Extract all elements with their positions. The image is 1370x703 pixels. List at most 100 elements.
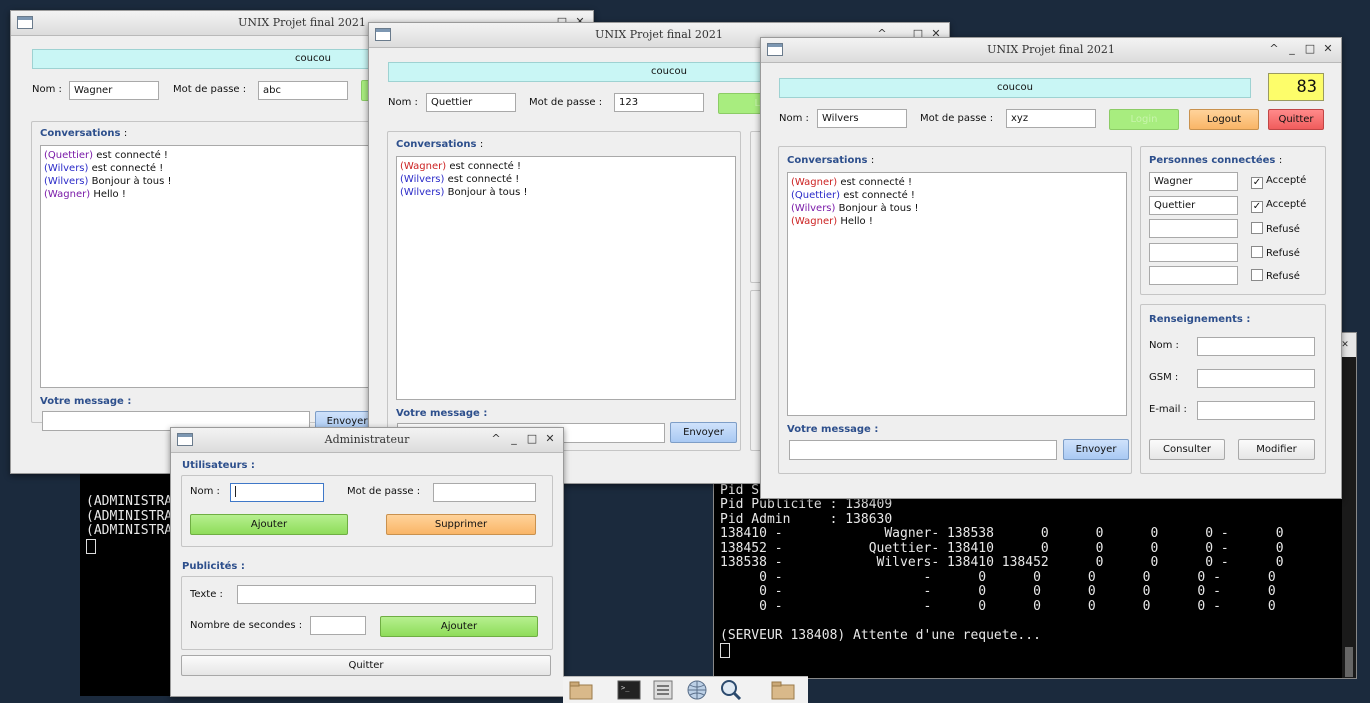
close-icon[interactable]: ✕ [543, 432, 557, 445]
folder-icon[interactable] [569, 680, 593, 700]
nom-field[interactable]: Wilvers [817, 109, 907, 128]
login-button[interactable]: Login [1109, 109, 1179, 130]
person-name-field[interactable] [1149, 242, 1238, 262]
add-ad-button[interactable]: Ajouter [380, 616, 538, 637]
person-accept-checkbox[interactable]: Refusé [1251, 245, 1300, 259]
person-status-label: Refusé [1266, 271, 1300, 282]
modify-button[interactable]: Modifier [1238, 439, 1315, 460]
terminal-line: (ADMINISTRA [86, 523, 173, 538]
message-text: est connecté ! [837, 177, 912, 188]
delete-user-button[interactable]: Supprimer [386, 514, 536, 535]
web-browser-icon[interactable] [685, 680, 709, 700]
search-icon[interactable] [719, 680, 743, 701]
terminal-line: (SERVEUR 138408) Attente d'une requete..… [720, 627, 1041, 643]
conversations-title: Conversations : [40, 128, 128, 139]
conversations-title: Conversations : [396, 139, 484, 150]
send-button[interactable]: Envoyer [1063, 439, 1129, 460]
logout-button[interactable]: Logout [1189, 109, 1259, 130]
person-accept-checkbox[interactable]: ✓ Accepté [1251, 175, 1306, 189]
conversation-area[interactable]: (Wagner) est connecté ! (Wilvers) est con… [396, 156, 736, 400]
person-status-label: Accepté [1266, 175, 1307, 186]
maximize-icon[interactable]: □ [1303, 42, 1317, 55]
info-nom-field[interactable] [1197, 337, 1315, 356]
title-bar[interactable]: UNIX Projet final 2021 ✕ □ _ ^ [761, 38, 1341, 63]
message-text: Bonjour à tous ! [88, 176, 172, 187]
password-label: Mot de passe : [529, 97, 603, 108]
info-email-field[interactable] [1197, 401, 1315, 420]
person-status-label: Accepté [1266, 198, 1307, 210]
users-title: Utilisateurs : [182, 460, 255, 471]
window-title: Administrateur [324, 433, 410, 446]
message-author: (Wilvers) [44, 176, 89, 187]
admin-window: Administrateur ✕ □ _ ^ Utilisateurs : No… [170, 427, 564, 697]
conversation-area[interactable]: (Wagner) est connecté ! (Quettier) est co… [787, 172, 1127, 416]
minimize-icon[interactable]: _ [507, 432, 521, 445]
nom-field[interactable]: Wagner [69, 81, 159, 100]
message-author: (Wilvers) [400, 174, 445, 185]
message-text: est connecté ! [88, 163, 164, 174]
user-nom-field[interactable] [230, 483, 324, 502]
password-field[interactable]: abc [258, 81, 348, 100]
message-author: (Quettier) [44, 150, 94, 161]
checkbox-empty-icon [1251, 245, 1263, 258]
terminal-line: (ADMINISTRA [86, 508, 173, 524]
title-bar[interactable]: Administrateur ✕ □ _ ^ [171, 428, 563, 453]
folder-icon[interactable] [771, 680, 795, 700]
message-title: Votre message : [396, 408, 488, 419]
person-status-label: Refusé [1266, 247, 1300, 259]
consult-button[interactable]: Consulter [1149, 439, 1225, 460]
info-gsm-field[interactable] [1197, 369, 1315, 388]
connected-persons-title: Personnes connectées : [1149, 155, 1283, 166]
shade-icon[interactable]: ^ [489, 432, 503, 445]
conversation-message: (Wilvers) est connecté ! [400, 173, 732, 186]
minimize-icon[interactable]: _ [1285, 42, 1299, 55]
message-text: est connecté ! [446, 161, 521, 172]
window-title: UNIX Projet final 2021 [987, 43, 1115, 56]
person-name-field[interactable]: Quettier [1149, 195, 1238, 215]
nom-label: Nom : [32, 84, 62, 95]
terminal-line: 138538 - Wilvers- 138410 138452 0 0 0 - … [720, 555, 1284, 570]
nom-field[interactable]: Quettier [426, 93, 516, 112]
send-button[interactable]: Envoyer [670, 422, 737, 443]
message-author: (Wagner) [44, 189, 91, 200]
maximize-icon[interactable]: □ [525, 432, 539, 445]
person-name-field[interactable] [1149, 219, 1238, 238]
shade-icon[interactable]: ^ [1267, 42, 1281, 55]
message-author: (Wilvers) [791, 203, 836, 214]
text-editor-icon[interactable] [651, 680, 675, 700]
ad-text-field[interactable] [237, 585, 536, 604]
nom-label: Nom : [779, 113, 809, 124]
user-password-field[interactable] [433, 483, 536, 502]
person-status-label: Refusé [1266, 224, 1300, 235]
terminal-line: 0 - - 0 0 0 0 0 - 0 [720, 598, 1276, 614]
checkbox-empty-icon [1251, 222, 1263, 234]
terminal-line: 0 - - 0 0 0 0 0 - 0 [720, 569, 1276, 585]
person-accept-checkbox[interactable]: Refusé [1251, 222, 1300, 235]
add-user-button[interactable]: Ajouter [190, 514, 348, 535]
checkmark-icon: ✓ [1251, 200, 1263, 213]
message-text: est connecté ! [444, 174, 520, 185]
password-field[interactable]: xyz [1006, 109, 1096, 128]
scrollbar[interactable] [1342, 357, 1356, 678]
admin-quit-button[interactable]: Quitter [181, 655, 551, 676]
person-accept-checkbox[interactable]: ✓ Accepté [1251, 199, 1306, 213]
person-name-field[interactable] [1149, 266, 1238, 285]
password-field[interactable]: 123 [614, 93, 704, 112]
message-author: (Wagner) [400, 161, 447, 172]
person-name-field[interactable]: Wagner [1149, 172, 1238, 191]
ad-seconds-field[interactable] [310, 616, 366, 635]
terminal-line: 138452 - Quettier- 138410 0 0 0 0 - 0 [720, 540, 1284, 556]
client-window-wilvers: UNIX Projet final 2021 ✕ □ _ ^ coucou 83… [760, 37, 1342, 499]
ad-banner: coucou [779, 78, 1251, 98]
terminal-left[interactable]: (ADMINISTRA (ADMINISTRA (ADMINISTRA [80, 462, 181, 696]
terminal-icon[interactable]: >_ [617, 680, 641, 700]
message-input[interactable] [789, 440, 1057, 460]
message-author: (Wagner) [791, 216, 838, 227]
conversation-message: (Wilvers) Bonjour à tous ! [400, 186, 732, 199]
quit-button[interactable]: Quitter [1268, 109, 1324, 130]
close-icon[interactable]: ✕ [1321, 42, 1335, 55]
password-label: Mot de passe : [920, 113, 994, 124]
message-text: Bonjour à tous ! [444, 187, 528, 198]
message-author: (Wilvers) [44, 163, 89, 174]
person-accept-checkbox[interactable]: Refusé [1251, 269, 1300, 282]
